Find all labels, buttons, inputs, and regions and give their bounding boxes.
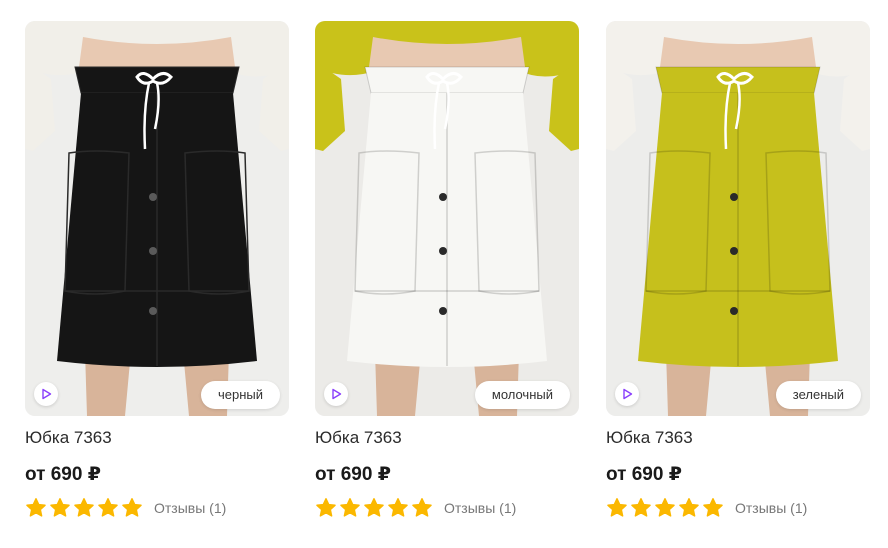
play-icon [623, 388, 633, 400]
product-card[interactable]: черный Юбка 7363 от 690 ₽ Отзывы (1) [25, 21, 289, 531]
skirt-image [25, 21, 289, 416]
product-card[interactable]: зеленый Юбка 7363 от 690 ₽ Отзывы (1) [606, 21, 870, 531]
skirt-image [606, 21, 870, 416]
product-photo[interactable] [606, 21, 870, 416]
product-price: от 690 ₽ [315, 464, 391, 485]
star-icon [679, 498, 699, 517]
product-rating: Отзывы (1) [315, 498, 516, 518]
product-photo[interactable] [315, 21, 579, 416]
video-play-button[interactable] [34, 382, 58, 406]
star-icon [703, 498, 723, 517]
color-badge[interactable]: молочный [474, 381, 570, 409]
reviews-link[interactable]: Отзывы (1) [735, 500, 807, 516]
star-icon [122, 498, 142, 517]
star-icon [655, 498, 675, 517]
video-play-button[interactable] [324, 382, 348, 406]
product-rating: Отзывы (1) [606, 498, 807, 518]
star-icon [50, 498, 70, 517]
color-badge[interactable]: зеленый [775, 381, 861, 409]
star-icon [340, 498, 360, 517]
star-rating [606, 497, 726, 519]
video-play-button[interactable] [615, 382, 639, 406]
star-icon [98, 498, 118, 517]
reviews-link[interactable]: Отзывы (1) [154, 500, 226, 516]
product-price: от 690 ₽ [25, 464, 101, 485]
product-title[interactable]: Юбка 7363 [25, 428, 112, 448]
product-title[interactable]: Юбка 7363 [315, 428, 402, 448]
reviews-link[interactable]: Отзывы (1) [444, 500, 516, 516]
product-rating: Отзывы (1) [25, 498, 226, 518]
play-icon [42, 388, 52, 400]
star-rating [25, 497, 145, 519]
star-icon [388, 498, 408, 517]
star-icon [412, 498, 432, 517]
star-icon [74, 498, 94, 517]
product-title[interactable]: Юбка 7363 [606, 428, 693, 448]
color-badge[interactable]: черный [200, 381, 280, 409]
star-icon [631, 498, 651, 517]
product-price: от 690 ₽ [606, 464, 682, 485]
star-icon [607, 498, 627, 517]
product-card[interactable]: молочный Юбка 7363 от 690 ₽ Отзывы (1) [315, 21, 579, 531]
product-photo[interactable] [25, 21, 289, 416]
star-icon [316, 498, 336, 517]
star-rating [315, 497, 435, 519]
star-icon [26, 498, 46, 517]
skirt-image [315, 21, 579, 416]
star-icon [364, 498, 384, 517]
product-grid: черный Юбка 7363 от 690 ₽ Отзывы (1) мол… [25, 21, 870, 531]
play-icon [332, 388, 342, 400]
